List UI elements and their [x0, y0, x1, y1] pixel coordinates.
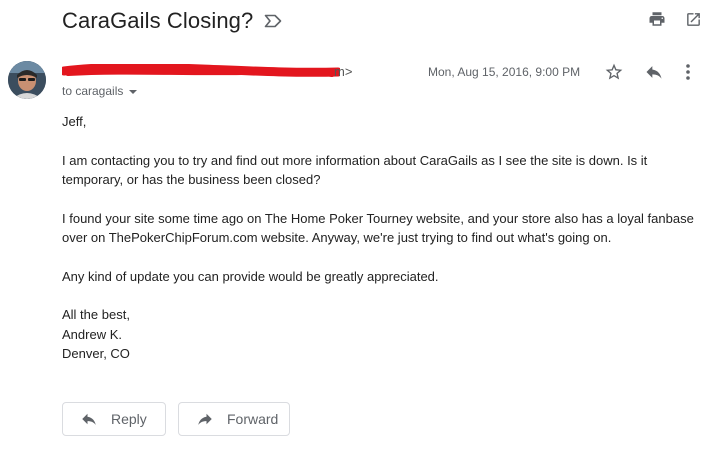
redaction-mark	[62, 64, 340, 77]
thread-toolbar	[648, 10, 702, 28]
chevron-down-icon	[129, 89, 138, 94]
label-outline-icon[interactable]	[264, 14, 282, 28]
reply-button[interactable]: Reply	[62, 402, 166, 436]
recipients-label: to caragails	[62, 84, 124, 98]
reply-icon	[80, 410, 98, 428]
message-body: Jeff, I am contacting you to try and fin…	[62, 112, 702, 364]
subject-row: CaraGails Closing?	[62, 6, 282, 36]
more-vert-icon[interactable]	[685, 62, 691, 82]
signature-closing: All the best,	[62, 307, 130, 322]
star-outline-icon[interactable]	[604, 62, 624, 82]
signature-name: Andrew K.	[62, 326, 122, 342]
reply-icon[interactable]	[644, 62, 664, 82]
reply-button-label: Reply	[111, 411, 147, 427]
body-paragraph-2: I found your site some time ago on The H…	[62, 210, 694, 246]
message-actions	[604, 62, 691, 82]
greeting: Jeff,	[62, 114, 87, 129]
forward-button-label: Forward	[227, 411, 279, 427]
recipients-toggle[interactable]: to caragails	[62, 84, 138, 98]
sender-line[interactable]: m>	[62, 64, 352, 80]
body-paragraph-3: Any kind of update you can provide would…	[62, 268, 439, 284]
open-in-new-icon[interactable]	[684, 10, 702, 28]
email-subject: CaraGails Closing?	[62, 8, 254, 33]
print-icon[interactable]	[648, 10, 666, 28]
forward-button[interactable]: Forward	[178, 402, 290, 436]
body-paragraph-1: I am contacting you to try and find out …	[62, 152, 648, 188]
sender-email-tail: m>	[334, 64, 353, 79]
signature-location: Denver, CO	[62, 346, 130, 361]
forward-icon	[196, 410, 214, 428]
sender-avatar[interactable]	[8, 61, 46, 99]
message-date: Mon, Aug 15, 2016, 9:00 PM	[428, 65, 581, 79]
